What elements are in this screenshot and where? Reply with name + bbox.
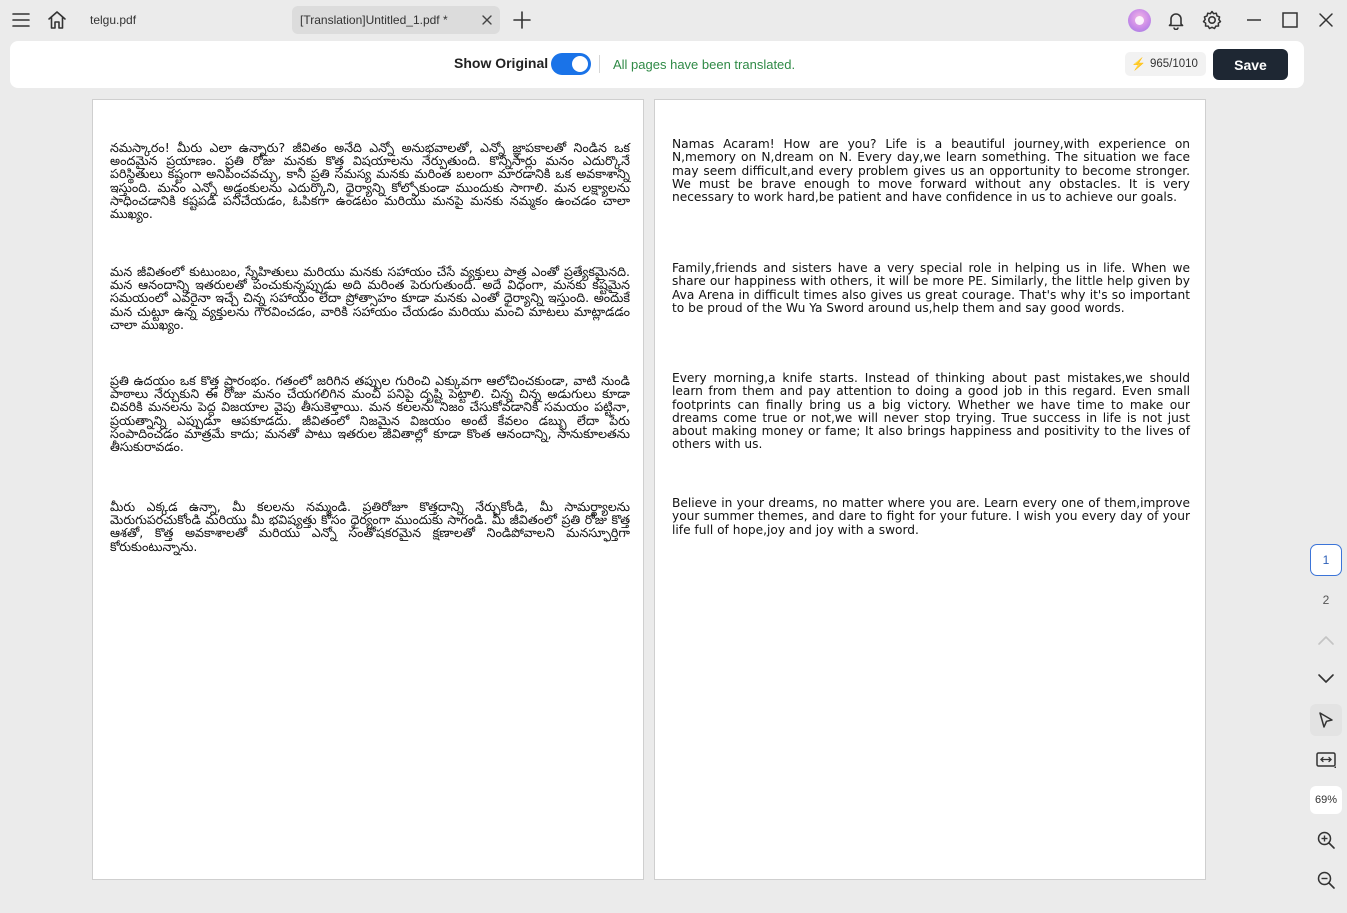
gear-icon[interactable]	[1197, 5, 1227, 35]
original-paragraph: నమస్కారం! మీరు ఎలా ఉన్నారు? జీవితం అనేది…	[110, 140, 630, 222]
translation-status: All pages have been translated.	[613, 57, 796, 72]
credits-count: 965/1010	[1149, 58, 1198, 70]
divider	[599, 55, 600, 73]
translated-paragraph: Family,friends and sisters have a very s…	[672, 261, 1190, 315]
original-paragraph: మన జీవితంలో కుటుంబం, స్నేహితులు మరియు మన…	[110, 264, 630, 332]
tab-label: [Translation]Untitled_1.pdf *	[300, 13, 448, 27]
maximize-icon[interactable]	[1275, 5, 1305, 35]
zoom-out-icon[interactable]	[1310, 864, 1342, 896]
bolt-icon: ⚡	[1131, 57, 1146, 71]
translated-page: Namas Acaram! How are you? Life is a bea…	[654, 99, 1206, 880]
page-thumb-1[interactable]: 1	[1310, 544, 1342, 576]
chevron-down-icon[interactable]	[1310, 663, 1342, 695]
save-button[interactable]: Save	[1213, 49, 1288, 80]
zoom-in-icon[interactable]	[1310, 824, 1342, 856]
credits-badge: ⚡ 965/1010	[1125, 52, 1206, 76]
bell-icon[interactable]	[1161, 5, 1191, 35]
translation-toolbar: Show Original All pages have been transl…	[10, 41, 1304, 88]
close-window-icon[interactable]	[1311, 5, 1341, 35]
cursor-icon[interactable]	[1310, 704, 1342, 736]
translated-paragraph: Every morning,a knife starts. Instead of…	[672, 371, 1190, 452]
translated-paragraph: Namas Acaram! How are you? Life is a bea…	[672, 137, 1190, 205]
show-original-toggle[interactable]	[551, 53, 591, 75]
zoom-level[interactable]: 69%	[1310, 786, 1342, 814]
plus-icon[interactable]	[507, 5, 537, 35]
menu-icon[interactable]	[6, 5, 36, 35]
original-page: నమస్కారం! మీరు ఎలా ఉన్నారు? జీవితం అనేది…	[92, 99, 644, 880]
chevron-up-icon[interactable]	[1310, 624, 1342, 656]
original-paragraph: ప్రతి ఉదయం ఒక కొత్త ప్రారంభం. గతంలో జరిగ…	[110, 373, 630, 455]
tab-telgu-pdf[interactable]: telgu.pdf	[80, 6, 240, 34]
fit-page-icon[interactable]	[1310, 744, 1342, 776]
page-thumb-2[interactable]: 2	[1310, 584, 1342, 616]
close-icon[interactable]	[480, 13, 494, 27]
avatar[interactable]	[1128, 9, 1151, 32]
home-icon[interactable]	[42, 5, 72, 35]
tab-label: telgu.pdf	[90, 13, 137, 27]
tab-translation-untitled[interactable]: [Translation]Untitled_1.pdf *	[292, 6, 500, 34]
translated-paragraph: Believe in your dreams, no matter where …	[672, 496, 1190, 537]
show-original-label: Show Original	[454, 55, 549, 71]
original-paragraph: మీరు ఎక్కడ ఉన్నా, మీ కలలను నమ్మండి. ప్రత…	[110, 499, 630, 554]
title-bar: telgu.pdf [Translation]Untitled_1.pdf *	[0, 0, 1347, 40]
minimize-icon[interactable]	[1239, 5, 1269, 35]
